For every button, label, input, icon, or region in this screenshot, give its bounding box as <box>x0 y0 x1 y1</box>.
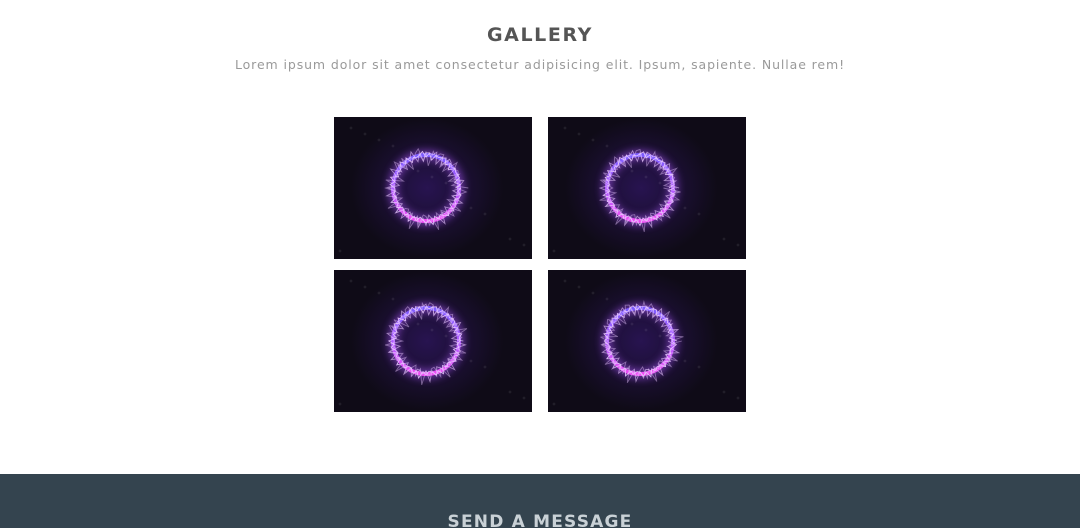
watermark-dot <box>630 169 634 173</box>
watermark-dot <box>683 359 687 363</box>
gallery-image-3[interactable] <box>334 270 532 412</box>
watermark-dot <box>349 279 353 283</box>
watermark-dot <box>469 206 473 210</box>
watermark-dot <box>430 328 434 332</box>
gallery-image-1[interactable] <box>334 117 532 259</box>
watermark-dot <box>658 334 662 338</box>
watermark-dot <box>697 365 701 369</box>
watermark-dot <box>644 328 648 332</box>
watermark-dot <box>377 291 381 295</box>
watermark-dot <box>483 365 487 369</box>
watermark-dot <box>658 181 662 185</box>
ring-artwork <box>552 279 740 406</box>
watermark-dot <box>605 297 609 301</box>
watermark-dot <box>508 237 512 241</box>
page: GALLERY Lorem ipsum dolor sit amet conse… <box>0 0 1080 528</box>
gallery-image-4[interactable] <box>548 270 746 412</box>
watermark-dot <box>416 169 420 173</box>
watermark-dot <box>391 297 395 301</box>
watermark-dot <box>736 396 740 400</box>
gallery-image-2[interactable] <box>548 117 746 259</box>
watermark-dot <box>522 243 526 247</box>
watermark-dot <box>552 249 556 253</box>
watermark-dot <box>736 243 740 247</box>
watermark-dot <box>363 285 367 289</box>
watermark-dot <box>722 237 726 241</box>
watermark-dot <box>338 249 342 253</box>
contact-section: SEND A MESSAGE <box>0 474 1080 528</box>
ring-artwork <box>338 126 526 253</box>
watermark-dot <box>563 126 567 130</box>
contact-title: SEND A MESSAGE <box>447 512 633 528</box>
gallery-title: GALLERY <box>486 24 594 46</box>
watermark-dot <box>591 291 595 295</box>
watermark-dot <box>552 402 556 406</box>
watermark-dot <box>349 126 353 130</box>
watermark-dot <box>508 390 512 394</box>
watermark-dot <box>416 322 420 326</box>
watermark-dot <box>563 279 567 283</box>
watermark-dot <box>722 390 726 394</box>
watermark-dot <box>363 132 367 136</box>
watermark-dot <box>444 181 448 185</box>
watermark-dot <box>683 206 687 210</box>
watermark-dot <box>338 402 342 406</box>
gallery-grid <box>334 117 746 412</box>
watermark-dot <box>522 396 526 400</box>
watermark-dot <box>444 334 448 338</box>
watermark-dot <box>577 285 581 289</box>
ring-artwork <box>338 279 526 406</box>
ring <box>605 153 675 223</box>
watermark-dot <box>644 175 648 179</box>
ring-artwork <box>552 126 740 253</box>
watermark-dot <box>377 138 381 142</box>
watermark-dot <box>483 212 487 216</box>
gallery-subtitle: Lorem ipsum dolor sit amet consectetur a… <box>234 57 846 72</box>
watermark-dot <box>469 359 473 363</box>
watermark-dot <box>591 138 595 142</box>
watermark-dot <box>605 144 609 148</box>
watermark-dot <box>577 132 581 136</box>
watermark-dot <box>630 322 634 326</box>
watermark-dot <box>430 175 434 179</box>
watermark-dot <box>391 144 395 148</box>
watermark-dot <box>697 212 701 216</box>
